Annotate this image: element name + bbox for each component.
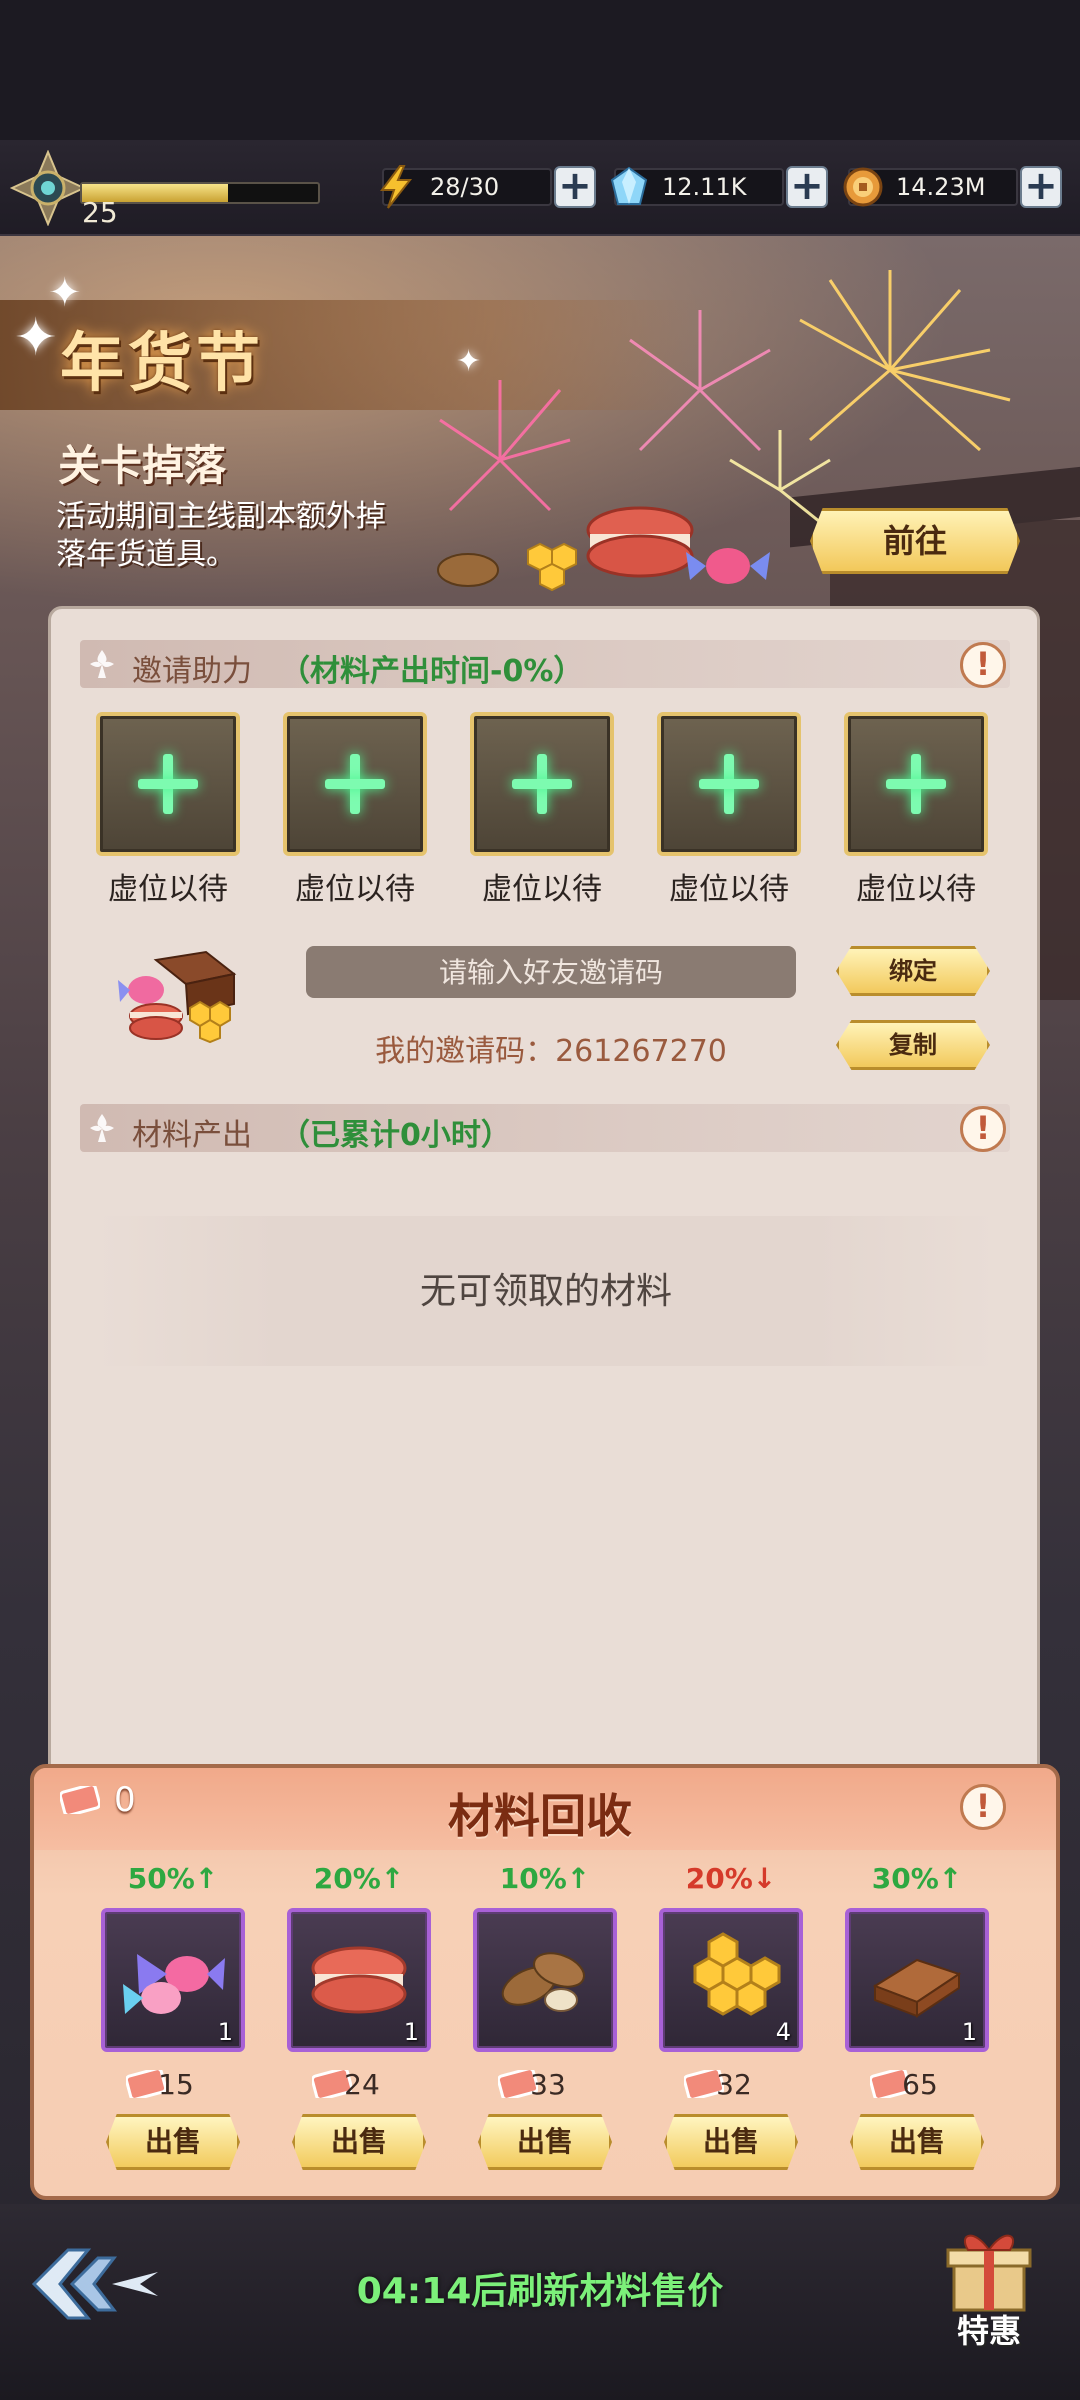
go-to-stage-button[interactable]: 前往: [810, 508, 1020, 574]
price-change-percent: 30%↑: [871, 1862, 963, 1895]
festive-goods-illustration: [437, 506, 770, 592]
bind-button[interactable]: 绑定: [836, 946, 990, 996]
item-count: 1: [403, 2018, 419, 2046]
sell-button[interactable]: 出售: [664, 2114, 798, 2170]
material-slot[interactable]: [473, 1908, 617, 2052]
sell-price: 15: [158, 2068, 194, 2101]
plus-icon: [132, 748, 204, 820]
invite-slot-label: 虚位以待: [295, 872, 415, 907]
add-energy-button[interactable]: +: [554, 166, 596, 208]
fleur-icon: [90, 1114, 114, 1142]
invite-section-header: 邀请助力 （材料产出时间-0%）: [80, 640, 1010, 689]
material-slot[interactable]: 1: [845, 1908, 989, 2052]
coin-icon: [843, 167, 883, 207]
fleur-icon: [90, 650, 114, 678]
material-slot[interactable]: 1: [287, 1908, 431, 2052]
event-title: 年货节: [60, 327, 264, 401]
price-change-percent: 50%↑: [127, 1862, 219, 1895]
status-bar-area: [0, 0, 1080, 140]
recycle-title: 材料回收: [448, 1789, 632, 1843]
price-change-percent: 10%↑: [499, 1862, 591, 1895]
add-coins-button[interactable]: +: [1020, 166, 1062, 208]
invite-slot[interactable]: [470, 712, 614, 856]
stage-drop-description: 活动期间主线副本额外掉落年货道具。: [56, 499, 386, 572]
sell-button[interactable]: 出售: [478, 2114, 612, 2170]
material-slot[interactable]: 1: [101, 1908, 245, 2052]
sell-button[interactable]: 出售: [850, 2114, 984, 2170]
sell-price: 24: [344, 2068, 380, 2101]
material-slot[interactable]: 4: [659, 1908, 803, 2052]
level-emblem-icon[interactable]: [10, 150, 86, 226]
invite-code-input[interactable]: [306, 946, 796, 998]
sparkle-icon: ✦: [14, 308, 58, 368]
output-info-button[interactable]: !: [960, 1106, 1006, 1152]
plus-icon: [693, 748, 765, 820]
invite-slot-label: 虚位以待: [856, 872, 976, 907]
invite-slot[interactable]: [657, 712, 801, 856]
invite-slot-label: 虚位以待: [108, 872, 228, 907]
plus-icon: [880, 748, 952, 820]
plus-icon: [506, 748, 578, 820]
add-gems-button[interactable]: +: [786, 166, 828, 208]
output-title: 材料产出: [132, 1118, 252, 1153]
price-change-percent: 20%↓: [685, 1862, 777, 1895]
chocolate-icon: [872, 1958, 962, 2018]
honeycomb-icon: [693, 1932, 781, 2016]
level-number: 25: [82, 196, 118, 229]
stage-drop-title: 关卡掉落: [58, 441, 227, 490]
invite-slot-label: 虚位以待: [482, 872, 602, 907]
candy-icon: [123, 1954, 225, 2014]
sell-price: 65: [902, 2068, 938, 2101]
special-offer-label: 特惠: [956, 2312, 1021, 2350]
sell-price: 33: [530, 2068, 566, 2101]
diamond-icon: [610, 166, 648, 205]
output-accumulated-text: （已累计0小时）: [280, 1118, 511, 1153]
macaron-icon: [311, 1946, 407, 2014]
invite-bonus-text: （材料产出时间-0%）: [280, 654, 584, 689]
item-count: 1: [217, 2018, 233, 2046]
copy-button[interactable]: 复制: [836, 1020, 990, 1070]
invite-slot[interactable]: [96, 712, 240, 856]
almond-icon: [501, 1952, 585, 2012]
no-materials-text: 无可领取的材料: [419, 1271, 672, 1312]
recycle-info-button[interactable]: !: [960, 1784, 1006, 1830]
sell-button[interactable]: 出售: [292, 2114, 426, 2170]
sell-button[interactable]: 出售: [106, 2114, 240, 2170]
sell-price: 32: [716, 2068, 752, 2101]
plus-icon: [319, 748, 391, 820]
output-section-header: 材料产出 （已累计0小时）: [80, 1104, 1010, 1153]
my-invite-code: 我的邀请码：261267270: [375, 1034, 727, 1069]
item-count: 4: [775, 2018, 791, 2046]
invite-info-button[interactable]: !: [960, 642, 1006, 688]
item-count: 1: [961, 2018, 977, 2046]
invite-slot[interactable]: [844, 712, 988, 856]
price-change-percent: 20%↑: [313, 1862, 405, 1895]
invite-title: 邀请助力: [132, 654, 252, 689]
gift-goods-icon: [118, 950, 237, 1044]
price-refresh-countdown: 04:14后刷新材料售价: [356, 2271, 724, 2312]
invite-slot-label: 虚位以待: [669, 872, 789, 907]
invite-slot[interactable]: [283, 712, 427, 856]
lightning-icon: [380, 165, 413, 209]
